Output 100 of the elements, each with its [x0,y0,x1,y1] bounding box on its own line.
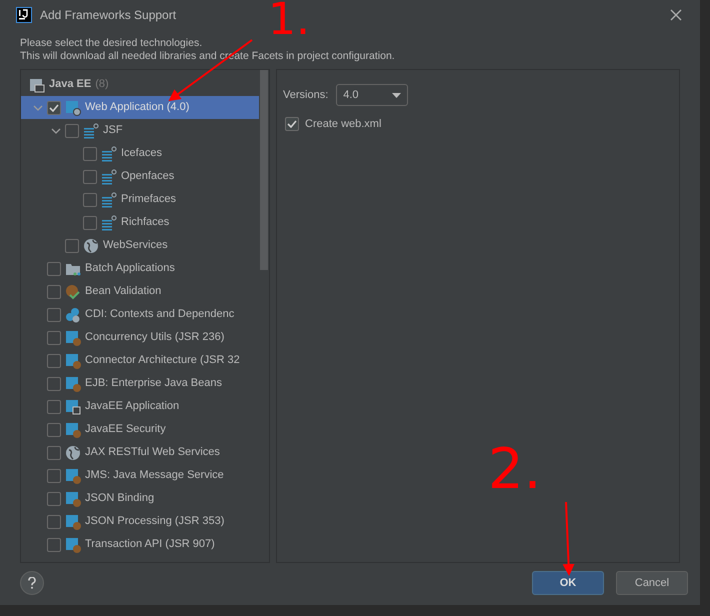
module-icon [65,422,81,438]
checkbox[interactable] [47,446,61,460]
tree-row[interactable]: JAX RESTful Web Services [21,441,259,464]
tree-row[interactable]: CDI: Contexts and Dependenc [21,303,259,326]
tree-item-label: Web Application (4.0) [85,100,190,116]
tree-row[interactable]: JMS: Java Message Service [21,464,259,487]
annotation-number: 1. [268,0,310,42]
scrollbar-thumb[interactable] [260,70,268,270]
annotation-number: 2. [488,442,542,498]
tree-item-label: JSON Binding [85,491,154,506]
tree-item-label: Openfaces [121,169,174,184]
expand-chevron-icon[interactable] [51,126,61,136]
tree-row[interactable]: JSON Binding [21,487,259,510]
checkbox[interactable] [83,170,97,184]
tree-row[interactable]: Transaction API (JSR 907) [21,533,259,556]
module-icon [65,330,81,346]
app-logo-icon [16,7,32,23]
checkbox[interactable] [47,376,61,390]
checkbox[interactable] [47,262,61,276]
checkbox[interactable] [47,284,61,298]
tree-item-label: Transaction API (JSR 907) [85,537,215,552]
tree-item-label: WebServices [103,238,168,254]
tree-row[interactable]: EJB: Enterprise Java Beans [21,372,259,395]
tree-row[interactable]: JSF [21,119,259,142]
dropdown-caret-icon [392,92,402,98]
description-text: Please select the desired technologies. [20,37,204,50]
tree-row[interactable]: Batch Applications [21,257,259,280]
tree-item-label: JMS: Java Message Service [85,468,224,484]
module-icon [65,536,81,552]
group-count: (8) [95,77,109,92]
tree-item-label: Icefaces [121,146,162,162]
cancel-button[interactable]: Cancel [616,571,688,595]
tree-item-label: Concurrency Utils (JSR 236) [85,330,224,346]
checkbox[interactable] [83,192,97,206]
beans-icon [65,306,81,322]
tree-item-label: Connector Architecture (JSR 32 [85,353,240,368]
tree-item-label: Bean Validation [85,284,162,300]
checkbox[interactable] [47,400,61,414]
tree-item-label: JSON Processing (JSR 353) [85,514,224,530]
dropdown-value: 4.0 [343,88,359,103]
help-icon [28,577,36,589]
module-icon [65,352,81,368]
checkbox[interactable] [83,146,97,160]
checkbox[interactable] [47,538,61,552]
checkbox[interactable] [47,100,61,114]
ok-button[interactable]: OK [532,571,604,595]
application-icon [65,398,81,414]
globe-icon [65,444,81,460]
tree-row[interactable]: Web Application (4.0) [21,96,259,119]
tree-item-label: Richfaces [121,215,170,230]
globe-icon [83,238,99,254]
checkbox[interactable] [83,216,97,230]
module-icon [65,468,81,484]
tree-item-label: Batch Applications [85,261,175,276]
tree-row[interactable]: Icefaces [21,142,259,165]
tree-row[interactable]: JavaEE Security [21,418,259,441]
checkbox[interactable] [47,468,61,482]
tree-row[interactable]: Primefaces [21,188,259,211]
jsf-icon [83,122,99,138]
version-dropdown[interactable]: 4.0 [336,84,408,106]
help-button[interactable] [20,571,44,595]
jsf-icon [101,168,117,184]
tree-row[interactable]: Richfaces [21,211,259,234]
checkbox[interactable] [65,124,79,138]
tree-item-label: Primefaces [121,192,176,208]
tree-row[interactable]: Openfaces [21,165,259,188]
checkbox[interactable] [47,330,61,344]
checkbox[interactable] [47,308,61,322]
checkbox[interactable] [285,117,299,132]
tree-item-label: EJB: Enterprise Java Beans [85,376,222,392]
checkbox[interactable] [47,422,61,436]
web-module-icon [65,100,81,116]
tree-item-label: JSF [103,123,123,138]
checkbox[interactable] [47,492,61,506]
checkbox[interactable] [47,354,61,368]
jsf-icon [101,192,117,208]
module-icon [65,376,81,392]
tree-item-label: JAX RESTful Web Services [85,445,220,460]
module-icon [65,514,81,530]
window-title: Add Frameworks Support [40,7,176,24]
java-ee-icon [29,76,45,92]
checkbox[interactable] [47,514,61,528]
checkbox[interactable] [65,238,79,252]
tree-row[interactable]: WebServices [21,234,259,257]
jsf-icon [101,146,117,162]
versions-label: Versions: [283,88,328,103]
bean-check-icon [65,284,81,300]
tree-row[interactable]: Connector Architecture (JSR 32 [21,349,259,372]
tree-row[interactable]: JavaEE Application [21,395,259,418]
group-label: Java EE [49,77,92,92]
tree-item-label: CDI: Contexts and Dependenc [85,307,234,322]
tree-row[interactable]: JSON Processing (JSR 353) [21,510,259,533]
expand-chevron-icon[interactable] [33,102,43,112]
close-icon[interactable] [670,9,682,21]
tree-item-label: JavaEE Security [85,422,166,438]
tree-row[interactable]: Concurrency Utils (JSR 236) [21,326,259,349]
jsf-icon [101,214,117,230]
module-icon [65,490,81,506]
tree-item-label: JavaEE Application [85,399,180,414]
tree-row[interactable]: Bean Validation [21,280,259,303]
